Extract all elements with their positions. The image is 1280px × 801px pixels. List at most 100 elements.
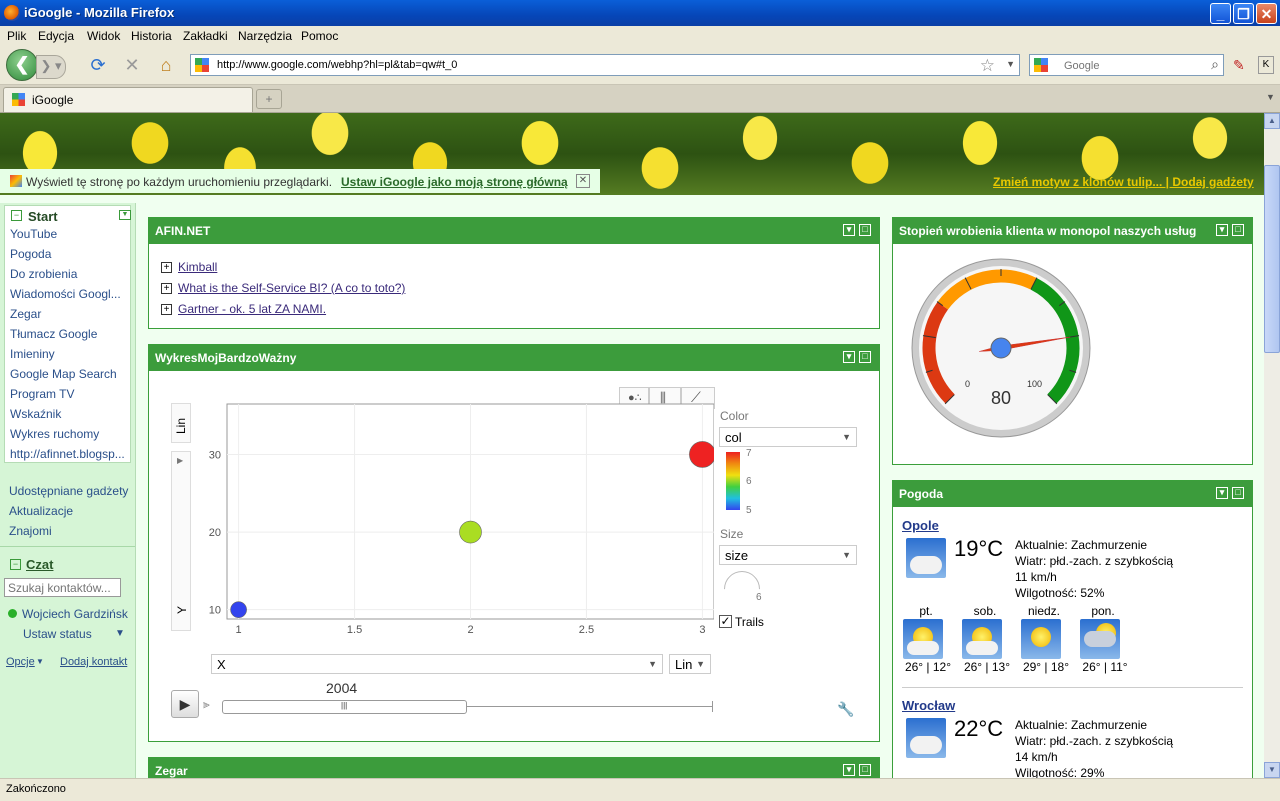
afin-link-self-service-bi[interactable]: What is the Self-Service BI? (A co to to… — [178, 281, 405, 295]
x-tick-label: 2.5 — [579, 624, 594, 636]
gadget-maximize-icon[interactable]: □ — [1232, 224, 1244, 236]
search-engine-icon[interactable] — [1034, 58, 1048, 72]
gadget-maximize-icon[interactable]: □ — [1232, 487, 1244, 499]
sun-cloud-icon — [962, 619, 1002, 659]
status-dropdown-icon[interactable]: ▼ — [115, 628, 125, 639]
shared-gadgets-link[interactable]: Udostępniane gadżety — [9, 484, 128, 498]
gadget-maximize-icon[interactable]: □ — [859, 224, 871, 236]
add-contact-link[interactable]: Dodaj kontakt — [60, 656, 127, 668]
scrollbar-thumb[interactable] — [1264, 165, 1280, 353]
size-select[interactable]: size ▼ — [719, 545, 857, 565]
gadget-menu-icon[interactable]: ▾ — [843, 224, 855, 236]
stop-icon[interactable]: ✕ — [121, 54, 143, 76]
minimize-button[interactable]: _ — [1210, 3, 1231, 24]
city-wroclaw-link[interactable]: Wrocław — [902, 698, 955, 713]
wrench-icon[interactable]: 🔧 — [837, 701, 854, 718]
collapse-start-icon[interactable]: − — [11, 210, 22, 221]
sidebar-item-program-tv[interactable]: Program TV — [10, 387, 130, 401]
sidebar-item-youtube[interactable]: YouTube — [10, 227, 130, 241]
addon-k-icon[interactable]: K — [1258, 56, 1274, 74]
collapse-chat-icon[interactable]: − — [10, 559, 21, 570]
sidebar-item-zegar[interactable]: Zegar — [10, 307, 130, 321]
search-box[interactable]: ⌕ — [1029, 54, 1224, 76]
gadget-menu-icon[interactable]: ▾ — [1216, 224, 1228, 236]
afin-link-gartner[interactable]: Gartner - ok. 5 lat ZA NAMI. — [178, 302, 326, 316]
motion-chart-gadget: WykresMojBardzoWażny ▾ □ ●∴ ⫼ ⟋ Lin Y ▶ … — [148, 344, 880, 742]
menu-zakladki[interactable]: Zakładki — [183, 29, 228, 43]
play-button[interactable]: ▶ — [171, 690, 199, 718]
theme-links[interactable]: Zmień motyw z klonów tulip... | Dodaj ga… — [993, 175, 1254, 189]
gadget-menu-icon[interactable]: ▾ — [1216, 487, 1228, 499]
speed-icon[interactable]: ⫸ — [203, 697, 210, 712]
scroll-up-icon[interactable]: ▲ — [1264, 113, 1280, 129]
sidebar-item-do-zrobienia[interactable]: Do zrobienia — [10, 267, 130, 281]
expand-icon[interactable]: + — [161, 262, 172, 273]
x-scale-select[interactable]: Lin ▼ — [669, 654, 711, 674]
gadget-maximize-icon[interactable]: □ — [859, 351, 871, 363]
bookmark-star-icon[interactable]: ☆ — [980, 56, 995, 76]
options-link[interactable]: Opcje — [6, 656, 35, 668]
color-select[interactable]: col ▼ — [719, 427, 857, 447]
data-bubble — [689, 441, 714, 468]
vertical-scrollbar[interactable]: ▲ ▼ — [1264, 113, 1280, 778]
menu-narzedzia[interactable]: Narzędzia — [238, 29, 292, 43]
homepage-text: Wyświetl tę stronę po każdym uruchomieni… — [26, 175, 333, 189]
search-icon[interactable]: ⌕ — [1211, 56, 1219, 73]
menu-pomoc[interactable]: Pomoc — [301, 29, 338, 43]
gadget-menu-icon[interactable]: ▾ — [843, 351, 855, 363]
tab-list-icon[interactable]: ▼ — [1266, 92, 1275, 102]
sidebar-item-pogoda[interactable]: Pogoda — [10, 247, 130, 261]
menu-widok[interactable]: Widok — [87, 29, 120, 43]
sidebar-item-wykres-ruchomy[interactable]: Wykres ruchomy — [10, 427, 130, 441]
forecast-temps: 26° | 13° — [963, 660, 1011, 674]
options-dropdown-icon[interactable]: ▼ — [36, 657, 44, 666]
menu-plik[interactable]: Plik — [7, 29, 26, 43]
close-infobar-icon[interactable]: ✕ — [576, 174, 590, 188]
friends-link[interactable]: Znajomi — [9, 524, 52, 538]
y-variable-selector[interactable]: Y ▶ — [171, 451, 191, 631]
menu-historia[interactable]: Historia — [131, 29, 172, 43]
maximize-button[interactable]: ❐ — [1233, 3, 1254, 24]
home-icon[interactable]: ⌂ — [155, 54, 177, 76]
url-bar[interactable]: http://www.google.com/webhp?hl=pl&tab=qw… — [190, 54, 1020, 76]
sidebar-item-map-search[interactable]: Google Map Search — [10, 367, 130, 381]
back-button[interactable]: ❮ — [6, 49, 38, 81]
sidebar-item-tlumacz[interactable]: Tłumacz Google — [10, 327, 130, 341]
url-dropdown-icon[interactable]: ▼ — [1006, 59, 1015, 69]
url-text[interactable]: http://www.google.com/webhp?hl=pl&tab=qw… — [217, 59, 457, 71]
expand-icon[interactable]: + — [161, 283, 172, 294]
updates-link[interactable]: Aktualizacje — [9, 504, 73, 518]
expand-icon[interactable]: + — [161, 304, 172, 315]
chat-search-input[interactable] — [4, 578, 121, 597]
forecast-day: sob. — [973, 604, 997, 618]
scroll-down-icon[interactable]: ▼ — [1264, 762, 1280, 778]
x-variable-select[interactable]: X ▼ — [211, 654, 663, 674]
close-button[interactable]: ✕ — [1256, 3, 1277, 24]
sidebar-item-afinnet[interactable]: http://afinnet.blogsp... — [10, 447, 130, 461]
tab-igoogle[interactable]: iGoogle — [3, 87, 253, 112]
menu-edycja[interactable]: Edycja — [38, 29, 74, 43]
trails-checkbox[interactable]: ✓ — [719, 615, 732, 628]
addon-icon[interactable]: ✎ — [1233, 57, 1245, 74]
forward-button[interactable]: ❯ ▾ — [36, 55, 66, 79]
chat-title[interactable]: Czat — [26, 557, 53, 572]
city-opole-link[interactable]: Opole — [902, 518, 939, 533]
reload-icon[interactable]: ⟳ — [87, 54, 109, 76]
sidebar-item-imieniny[interactable]: Imieniny — [10, 347, 130, 361]
timeline-slider-handle[interactable]: ||| — [222, 700, 467, 714]
x-tick-label: 2 — [467, 624, 473, 636]
y-scale-selector[interactable]: Lin — [171, 403, 191, 443]
gadget-maximize-icon[interactable]: □ — [859, 764, 871, 776]
chat-user-name[interactable]: Wojciech Gardziński — [22, 607, 128, 621]
afin-link-kimball[interactable]: Kimball — [178, 260, 217, 274]
sidebar-item-wiadomosci[interactable]: Wiadomości Googl... — [10, 287, 130, 301]
start-menu-icon[interactable]: ▼ — [119, 210, 131, 220]
new-tab-button[interactable]: + — [256, 89, 282, 109]
set-status-link[interactable]: Ustaw status — [23, 627, 92, 641]
start-tab-title[interactable]: Start — [28, 209, 58, 224]
tab-bar: iGoogle + ▼ — [0, 85, 1280, 113]
sidebar-item-wskaznik[interactable]: Wskaźnik — [10, 407, 130, 421]
set-homepage-link[interactable]: Ustaw iGoogle jako moją stronę główną — [341, 175, 568, 189]
search-input[interactable] — [1062, 57, 1206, 75]
gadget-menu-icon[interactable]: ▾ — [843, 764, 855, 776]
